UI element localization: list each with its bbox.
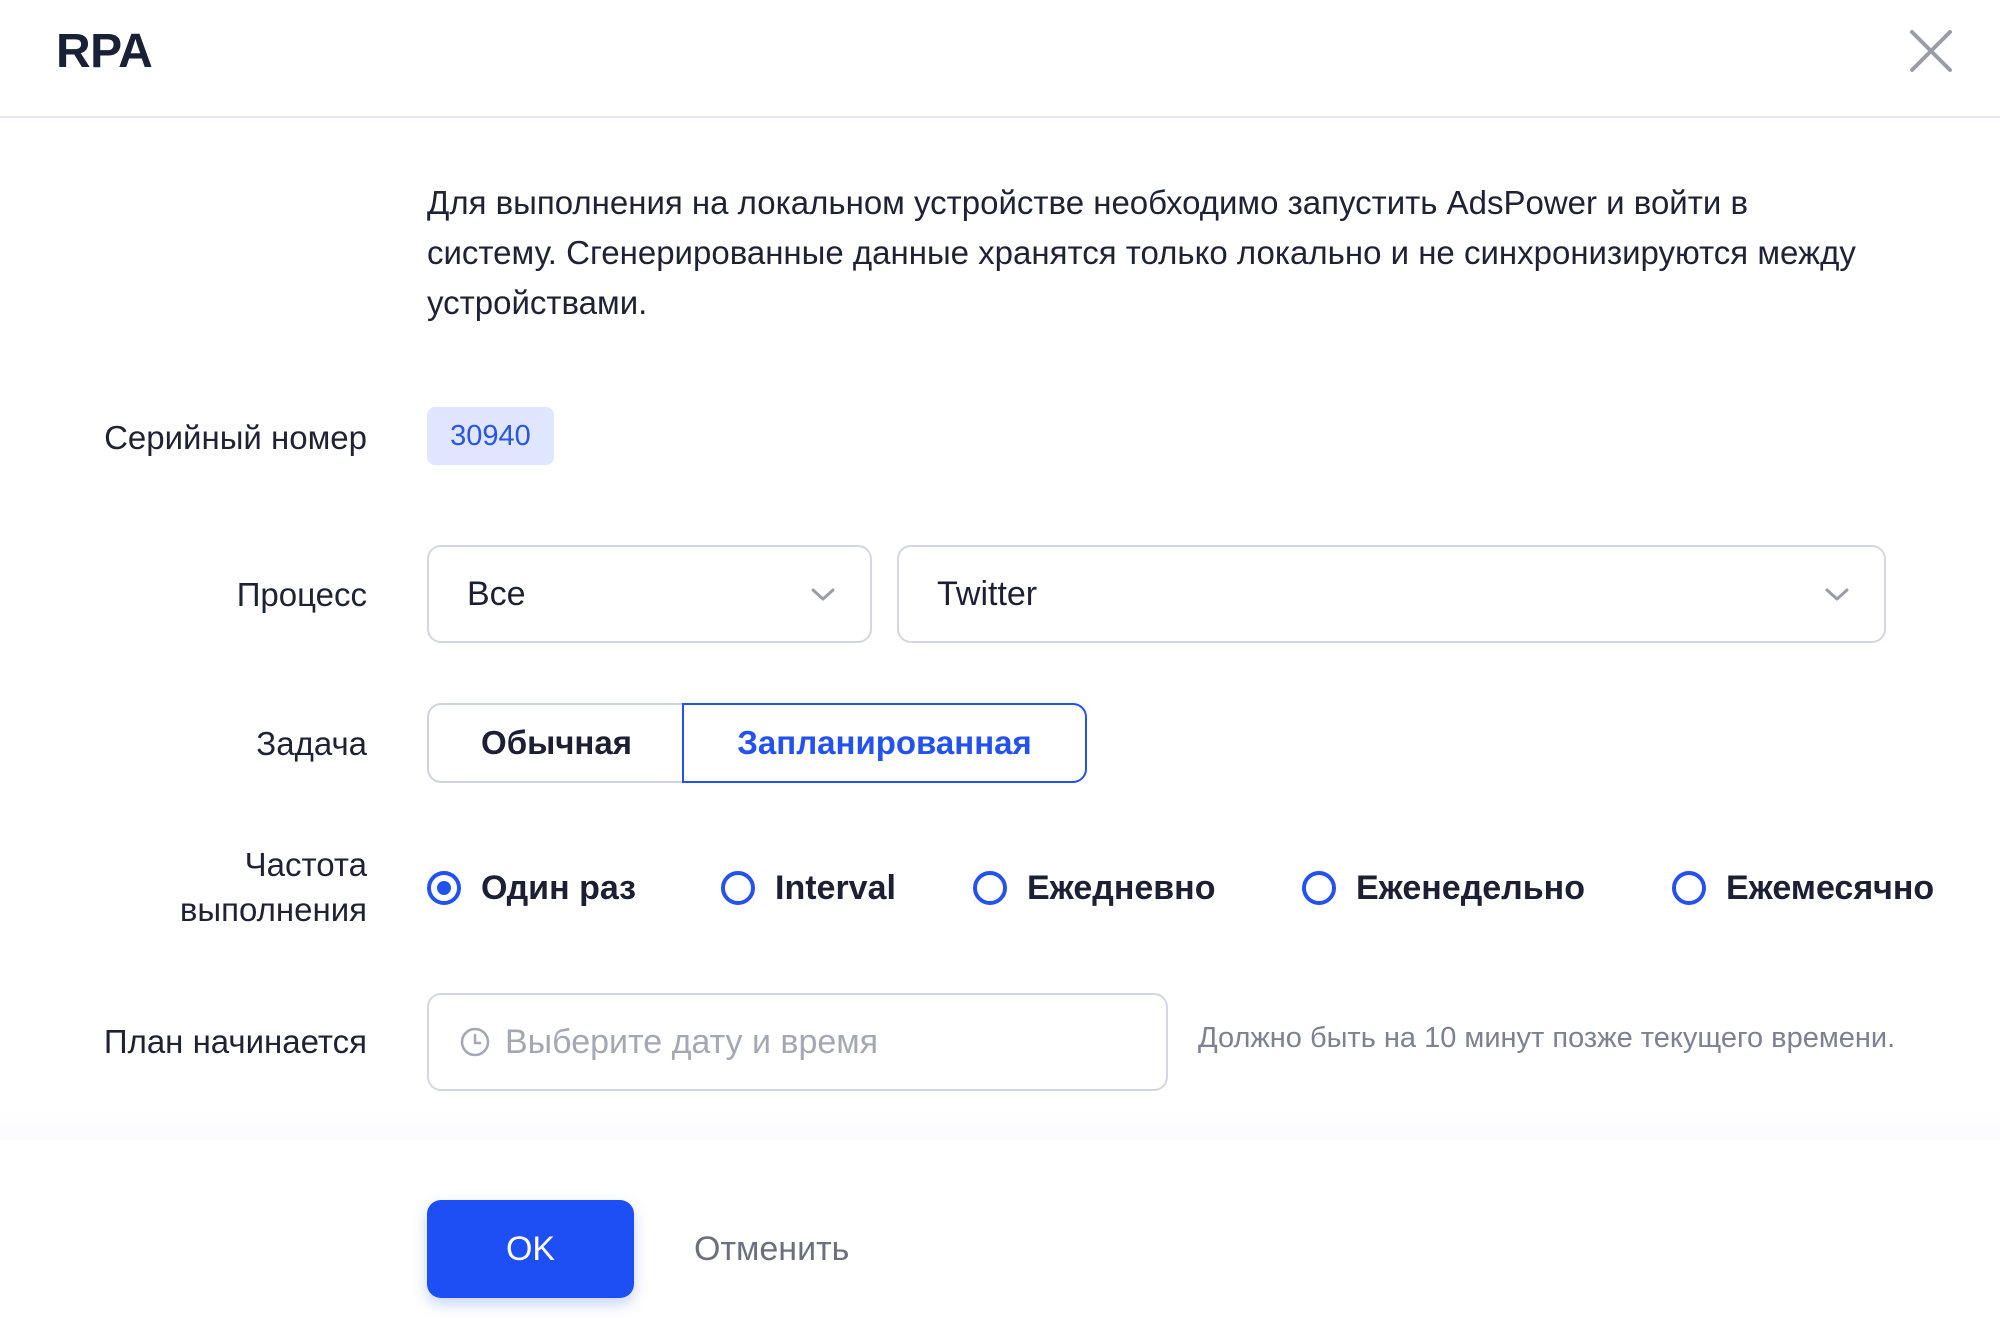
- plan-start-hint: Должно быть на 10 минут позже текущего в…: [1198, 1022, 1896, 1054]
- frequency-option-label: Один раз: [481, 868, 637, 907]
- radio-unchecked-icon: [721, 871, 755, 905]
- frequency-label-line1: Частота: [244, 846, 367, 883]
- task-option-scheduled[interactable]: Запланированная: [682, 703, 1087, 783]
- description-text: Для выполнения на локальном устройстве н…: [427, 184, 1856, 321]
- chevron-down-icon: [811, 588, 835, 601]
- radio-unchecked-icon: [973, 871, 1007, 905]
- frequency-option-weekly[interactable]: Еженедельно: [1302, 868, 1585, 908]
- task-label: Задача: [256, 725, 367, 762]
- frequency-option-daily[interactable]: Ежедневно: [973, 868, 1215, 908]
- cancel-button[interactable]: Отменить: [694, 1226, 849, 1272]
- chevron-down-icon: [1825, 588, 1849, 601]
- footer-divider: [0, 1110, 2000, 1140]
- process-flow-select[interactable]: Twitter: [897, 545, 1886, 643]
- serial-label: Серийный номер: [104, 419, 367, 456]
- process-flow-value: Twitter: [937, 575, 1038, 613]
- frequency-option-label: Ежедневно: [1027, 868, 1216, 907]
- frequency-option-label: Interval: [775, 868, 896, 907]
- dialog-header: RPA: [0, 0, 2000, 118]
- frequency-option-once[interactable]: Один раз: [427, 868, 636, 908]
- radio-checked-icon: [427, 871, 461, 905]
- clock-icon: [460, 1027, 490, 1057]
- frequency-label-line2: выполнения: [179, 891, 367, 928]
- frequency-option-interval[interactable]: Interval: [721, 868, 896, 908]
- plan-start-label: План начинается: [103, 1023, 367, 1060]
- serial-number-tag: 30940: [427, 407, 554, 465]
- process-group-select[interactable]: Все: [427, 545, 872, 643]
- frequency-option-label: Еженедельно: [1356, 868, 1585, 907]
- frequency-option-monthly[interactable]: Ежемесячно: [1672, 868, 1934, 908]
- process-label: Процесс: [236, 576, 367, 613]
- rpa-dialog: RPA Для выполнения на локальном устройст…: [0, 0, 2000, 1324]
- frequency-option-label: Ежемесячно: [1726, 868, 1935, 907]
- radio-unchecked-icon: [1302, 871, 1336, 905]
- dialog-title: RPA: [56, 25, 153, 78]
- ok-button[interactable]: OK: [427, 1200, 634, 1298]
- date-placeholder: Выберите дату и время: [505, 1023, 879, 1061]
- close-button[interactable]: [1908, 28, 1954, 74]
- radio-unchecked-icon: [1672, 871, 1706, 905]
- close-icon: [1910, 30, 1952, 72]
- process-group-value: Все: [467, 575, 526, 613]
- task-option-normal[interactable]: Обычная: [427, 703, 684, 783]
- plan-start-datetime-input[interactable]: Выберите дату и время: [427, 993, 1168, 1091]
